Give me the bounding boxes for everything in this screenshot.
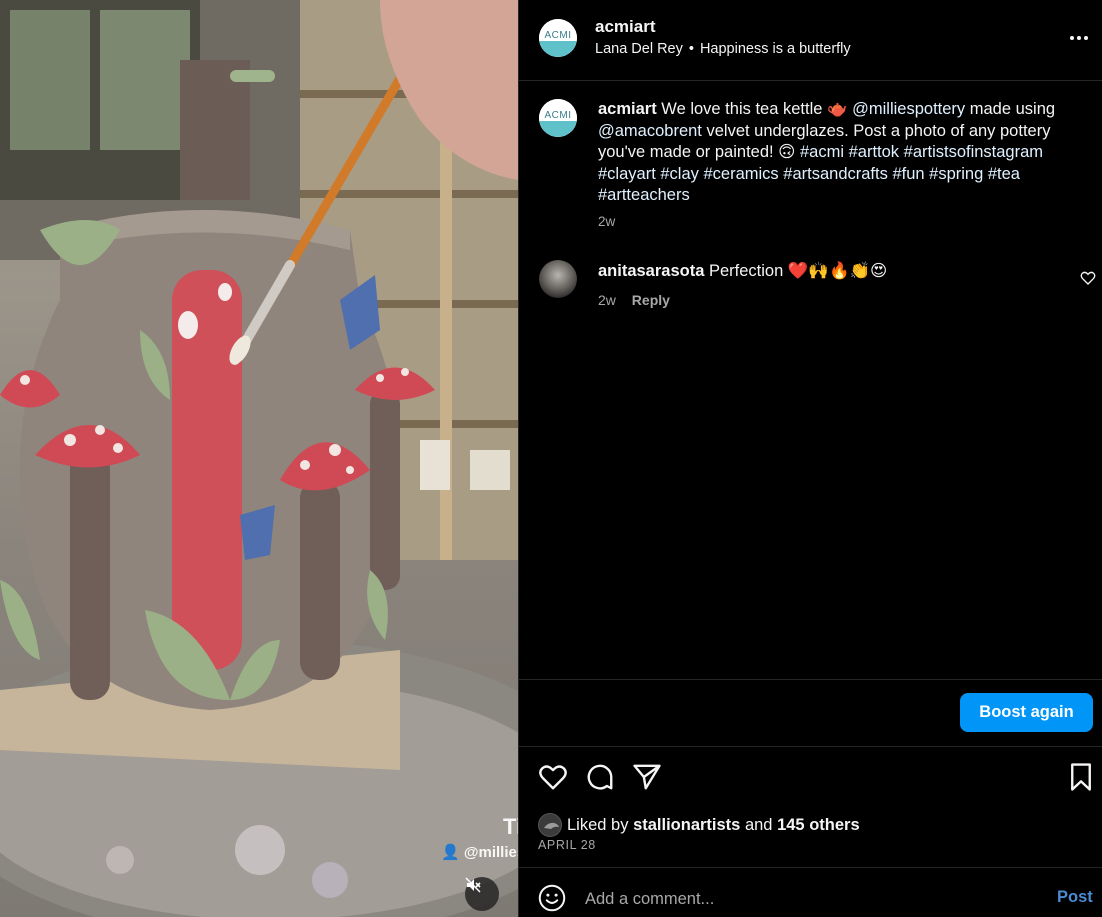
post-comment-button[interactable]: Post: [1057, 888, 1093, 907]
likes-and: and: [744, 815, 773, 834]
bookmark-icon[interactable]: [1066, 762, 1096, 792]
video-frame-illustration: [0, 0, 518, 917]
post-video[interactable]: Ti 👤 @millies: [0, 0, 518, 917]
emoji-icon[interactable]: [538, 884, 566, 912]
hashtag[interactable]: #arttok: [849, 143, 899, 161]
comment-text: Perfection ❤️🙌🔥👏😍: [708, 262, 888, 280]
video-watermark-handle: 👤 @millies: [441, 844, 518, 861]
comment-icon[interactable]: [585, 762, 615, 792]
likes-summary: Liked by stallionartists and 145 others: [538, 813, 860, 837]
comment-timestamp[interactable]: 2w: [598, 292, 616, 308]
hashtag[interactable]: #fun: [892, 165, 924, 183]
commenter-avatar[interactable]: [539, 260, 577, 298]
send-icon[interactable]: [632, 762, 662, 792]
hashtag[interactable]: #artteachers: [598, 186, 690, 204]
hashtag[interactable]: #tea: [988, 165, 1020, 183]
avatar-logo-text: ACMI: [544, 109, 572, 121]
acmi-logo: ACMI: [539, 19, 577, 57]
caption-timestamp[interactable]: 2w: [598, 214, 615, 229]
post-date[interactable]: APRIL 28: [538, 838, 596, 852]
divider: [519, 746, 1102, 747]
avatar[interactable]: ACMI: [539, 19, 577, 57]
comment-body: anitasarasota Perfection ❤️🙌🔥👏😍: [598, 261, 887, 281]
post-caption: acmiart We love this tea kettle 🫖 @milli…: [598, 99, 1078, 207]
hashtag[interactable]: #artsandcrafts: [783, 165, 888, 183]
comment-meta: 2w Reply: [598, 292, 670, 308]
post-details-panel: ACMI acmiart Lana Del Rey • Happiness is a…: [518, 0, 1102, 917]
avatar-logo-text: ACMI: [544, 29, 572, 41]
comment-input[interactable]: [585, 886, 985, 912]
header-username[interactable]: acmiart: [595, 17, 655, 37]
hashtag[interactable]: #spring: [929, 165, 983, 183]
hashtag[interactable]: #clayart: [598, 165, 656, 183]
caption-avatar[interactable]: ACMI: [539, 99, 577, 137]
divider: [519, 867, 1102, 868]
user-silhouette-icon: 👤: [441, 844, 460, 861]
more-options-button[interactable]: [1067, 26, 1091, 50]
audio-title[interactable]: Happiness is a butterfly: [700, 41, 851, 57]
audio-separator: •: [688, 41, 694, 57]
video-watermark-text: Ti: [503, 814, 518, 839]
more-horizontal-icon: [1070, 36, 1074, 40]
caption-mention[interactable]: @milliespottery: [852, 100, 965, 118]
hashtag[interactable]: #ceramics: [704, 165, 779, 183]
audio-track[interactable]: Lana Del Rey • Happiness is a butterfly: [595, 41, 851, 57]
caption-text-1: We love this tea kettle 🫖: [661, 100, 848, 118]
horse-logo-icon: [544, 822, 559, 829]
divider: [519, 679, 1102, 680]
boost-again-button[interactable]: Boost again: [960, 693, 1093, 732]
audio-artist[interactable]: Lana Del Rey: [595, 41, 683, 57]
caption-mention[interactable]: @amacobrent: [598, 122, 702, 140]
comment-like-heart-icon[interactable]: [1080, 270, 1096, 286]
muted-speaker-icon: [465, 877, 481, 893]
liker-username[interactable]: stallionartists: [633, 816, 740, 835]
hashtag[interactable]: #artistsofinstagram: [904, 143, 1043, 161]
acmi-logo: ACMI: [539, 99, 577, 137]
likes-others-link[interactable]: 145 others: [777, 816, 860, 835]
hashtag[interactable]: #clay: [660, 165, 699, 183]
likes-prefix: Liked by: [567, 815, 629, 834]
reply-button[interactable]: Reply: [632, 292, 670, 308]
post-header: ACMI acmiart Lana Del Rey • Happiness is a…: [519, 0, 1102, 81]
heart-icon[interactable]: [538, 762, 568, 792]
hashtag[interactable]: #acmi: [800, 143, 844, 161]
comment-username[interactable]: anitasarasota: [598, 262, 704, 280]
liker-avatar[interactable]: [538, 813, 562, 837]
caption-username[interactable]: acmiart: [598, 100, 657, 118]
caption-text-2: made using: [969, 100, 1056, 118]
mute-toggle-button[interactable]: [465, 877, 499, 911]
